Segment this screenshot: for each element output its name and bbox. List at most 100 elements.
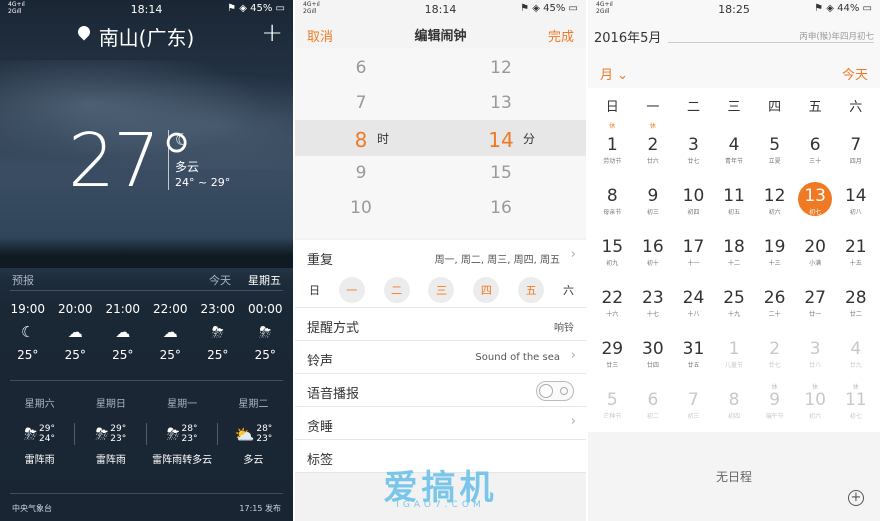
weekday-text: 五 [808,100,822,115]
minute-option[interactable]: 13 [481,93,521,113]
repeat-label: 重复 [307,253,334,268]
day-cell[interactable]: 28 廿二 [835,281,876,332]
weekday-selector[interactable]: 日 一二三四五 六 [295,272,586,308]
status-bar: 4G+ıl 2Gıll 18:14 ⚑ ◈ 45% ▭ [0,0,293,18]
hour-option[interactable]: 7 [341,93,381,113]
remind-row[interactable]: 提醒方式 响铃 [295,308,586,341]
month-grid[interactable]: 日休一休二三四五六1 劳动节 2 廿六 3 廿七 4 青年节 5 立夏 6 三十 7 四月 8… [592,96,876,434]
hourly-forecast[interactable]: 19:00 ☾ 25° 20:00 ☁ 25° 21:00 ☁ 25° 22:00 ☁… [4,302,289,362]
day-cell[interactable]: 19 十三 [754,230,795,281]
day-cell[interactable]: 10 初四 [673,179,714,230]
weekday-off[interactable]: 六 [563,282,574,298]
today-button[interactable]: 今天 [842,64,868,83]
ringtone-label: 铃声 [307,354,334,369]
day-cell[interactable]: 30 廿四 [633,332,674,383]
day-cell[interactable]: 23 十七 [633,281,674,332]
ringtone-row[interactable]: 铃声 Sound of the sea › [295,341,586,374]
day-cell[interactable]: 26 二十 [754,281,795,332]
ringtone-value: Sound of the sea [475,352,560,363]
day-cell[interactable]: 2 廿七 [754,332,795,383]
day-cell[interactable]: 休 10 初六 [795,383,836,434]
day-cell[interactable]: 25 十九 [714,281,755,332]
day-cell[interactable]: 2 廿六 [633,128,674,179]
day-item: 星期二 ⛅ 28° 23° 多云 [218,395,289,467]
minute-option[interactable]: 15 [481,163,521,183]
week-row: 29 廿三 30 廿四 31 廿五 1 儿童节 2 廿七 3 廿八 4 廿九 [592,332,876,383]
lunar-label: 劳动节 [603,158,622,165]
day-number: 22 [601,288,624,308]
day-cell[interactable]: 3 廿八 [795,332,836,383]
repeat-row[interactable]: 重复 周一, 周二, 周三, 周四, 周五 › [295,240,586,273]
day-cell[interactable]: 1 劳动节 [592,128,633,179]
day-cell[interactable]: 5 立夏 [754,128,795,179]
day-cell[interactable]: 7 四月 [835,128,876,179]
add-event-button[interactable]: + [848,490,864,506]
weekday-on[interactable]: 二 [383,276,410,303]
day-cell[interactable]: 20 小满 [795,230,836,281]
hour-time: 20:00 [57,302,93,316]
hour-option[interactable]: 10 [341,198,381,218]
day-cell[interactable]: 休 11 初七 [835,383,876,434]
day-cell[interactable]: 24 十八 [673,281,714,332]
day-number: 1 [606,135,618,155]
minute-option[interactable]: 12 [481,58,521,78]
day-cell[interactable]: 14 初八 [835,179,876,230]
selected-day[interactable]: 13 初七 [795,179,836,230]
add-city-button[interactable]: + [261,18,283,48]
day-cell[interactable]: 9 初三 [633,179,674,230]
day-cell[interactable]: 休9 端午节 [754,383,795,434]
weekday-on[interactable]: 三 [428,276,455,303]
daily-forecast[interactable]: 星期六 ⛈ 29° 24° 雷阵雨 星期日 ⛈ 29° 23° 雷阵雨 星期一 ⛈ … [4,395,289,467]
snooze-row[interactable]: 贪睡 › [295,407,586,440]
hour-temp: 25° [17,348,39,362]
day-cell[interactable]: 22 十六 [592,281,633,332]
day-cell[interactable]: 12 初六 [754,179,795,230]
weekday-off[interactable]: 日 [309,282,320,298]
day-cell[interactable]: 8 初四 [714,383,755,434]
day-cell[interactable]: 7 初三 [673,383,714,434]
divider [10,493,283,494]
day-cell[interactable]: 16 初十 [633,230,674,281]
day-cell[interactable]: 4 廿九 [835,332,876,383]
day-cell[interactable]: 17 十一 [673,230,714,281]
lunar-label: 四月 [849,158,862,165]
day-number: 23 [642,288,664,308]
lunar-label: 廿三 [606,362,619,369]
hour-option[interactable]: 6 [341,58,381,78]
day-cell[interactable]: 1 儿童节 [714,332,755,383]
day-cell[interactable]: 11 初五 [714,179,755,230]
hour-option[interactable]: 9 [341,163,381,183]
day-cell[interactable]: 5 芒种节 [592,383,633,434]
day-cell[interactable]: 3 廿七 [673,128,714,179]
day-cell[interactable]: 29 廿三 [592,332,633,383]
divider [10,290,283,291]
day-cell[interactable]: 8 母亲节 [592,179,633,230]
day-cell[interactable]: 6 三十 [795,128,836,179]
voice-toggle[interactable] [536,381,574,401]
weekday-on[interactable]: 四 [473,276,500,303]
time-picker[interactable]: 6 7 8 9 10 12 13 14 15 16 时 分 [295,48,586,238]
day-cell[interactable]: 4 青年节 [714,128,755,179]
weekday-on[interactable]: 一 [338,276,365,303]
selected-hour[interactable]: 8 [341,128,381,152]
day-number: 9 [647,186,659,206]
weekday-on[interactable]: 五 [518,276,545,303]
lunar-label: 初六 [768,209,781,216]
day-cell[interactable]: 18 十二 [714,230,755,281]
month-view-button[interactable]: 月 ⌄ [600,64,628,83]
toggle-off-icon [560,387,568,395]
done-button[interactable]: 完成 [548,26,574,45]
city-name[interactable]: 南山(广东) [0,22,293,51]
day-number: 11 [723,186,745,206]
minute-option[interactable]: 16 [481,198,521,218]
selected-minute[interactable]: 14 [481,128,521,152]
lunar-label: 初七 [809,209,822,216]
forecast-footer: 中央气象台 17:15 发布 [12,503,281,514]
day-cell[interactable]: 27 廿一 [795,281,836,332]
day-cell[interactable]: 31 廿五 [673,332,714,383]
day-cell[interactable]: 6 初二 [633,383,674,434]
day-number: 20 [804,237,826,257]
hour-item: 00:00 ⛈ 25° [242,302,290,362]
day-cell[interactable]: 21 十五 [835,230,876,281]
day-cell[interactable]: 15 初九 [592,230,633,281]
